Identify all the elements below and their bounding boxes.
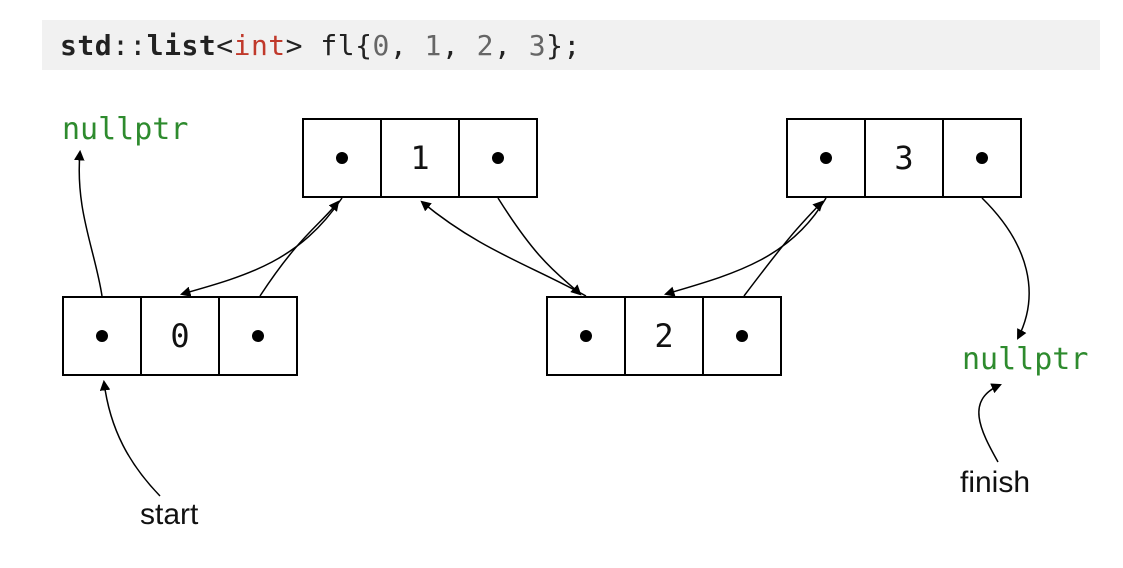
tok-v2: 2: [477, 29, 494, 62]
pointer-dot-icon: [96, 330, 108, 342]
arrow-0-next-1: [260, 202, 338, 296]
node-2-next: [702, 298, 780, 374]
node-0: 0: [62, 296, 298, 376]
tok-space: [303, 29, 320, 62]
node-1-next: [458, 120, 536, 196]
label-start: start: [140, 498, 198, 532]
node-1: 1: [302, 118, 538, 198]
arrows-layer: [0, 0, 1123, 568]
pointer-dot-icon: [580, 330, 592, 342]
arrow-2-prev-1: [422, 202, 586, 296]
node-2-prev: [548, 298, 624, 374]
tok-brace-close: }: [546, 29, 563, 62]
tok-v1: 1: [425, 29, 442, 62]
node-3: 3: [786, 118, 1022, 198]
pointer-dot-icon: [820, 152, 832, 164]
arrow-start: [104, 382, 160, 496]
node-1-value: 1: [380, 120, 458, 196]
pointer-dot-icon: [736, 330, 748, 342]
tok-v0: 0: [372, 29, 389, 62]
node-3-prev: [788, 120, 864, 196]
node-2-value: 2: [624, 298, 702, 374]
arrow-3-prev-2: [666, 198, 826, 294]
pointer-dot-icon: [492, 152, 504, 164]
tok-gt: >: [286, 29, 303, 62]
node-0-value: 0: [140, 298, 218, 374]
tok-scope: ::: [112, 29, 147, 62]
label-finish: finish: [960, 466, 1030, 500]
arrow-finish: [979, 385, 1000, 462]
node-3-next: [942, 120, 1020, 196]
arrow-0-prev-null: [79, 152, 102, 296]
arrow-1-prev-0: [182, 198, 342, 294]
tok-comma3: ,: [494, 29, 529, 62]
tok-v3: 3: [529, 29, 546, 62]
code-declaration: std :: list < int > fl { 0 , 1 , 2 , 3 }…: [42, 20, 1100, 70]
label-nullptr-left: nullptr: [62, 112, 188, 147]
node-2: 2: [546, 296, 782, 376]
tok-comma1: ,: [390, 29, 425, 62]
tok-ident: fl: [320, 29, 355, 62]
node-1-prev: [304, 120, 380, 196]
tok-brace-open: {: [355, 29, 372, 62]
arrow-1-next-2: [498, 198, 580, 294]
tok-comma2: ,: [442, 29, 477, 62]
node-3-value: 3: [864, 120, 942, 196]
node-0-next: [218, 298, 296, 374]
arrow-2-next-3: [744, 202, 822, 296]
tok-container: list: [147, 29, 216, 62]
tok-namespace: std: [60, 29, 112, 62]
pointer-dot-icon: [976, 152, 988, 164]
tok-lt: <: [216, 29, 233, 62]
arrow-3-next-null: [982, 198, 1029, 338]
node-0-prev: [64, 298, 140, 374]
label-nullptr-right: nullptr: [962, 342, 1088, 377]
pointer-dot-icon: [336, 152, 348, 164]
tok-type: int: [234, 29, 286, 62]
pointer-dot-icon: [252, 330, 264, 342]
tok-semi: ;: [563, 29, 580, 62]
